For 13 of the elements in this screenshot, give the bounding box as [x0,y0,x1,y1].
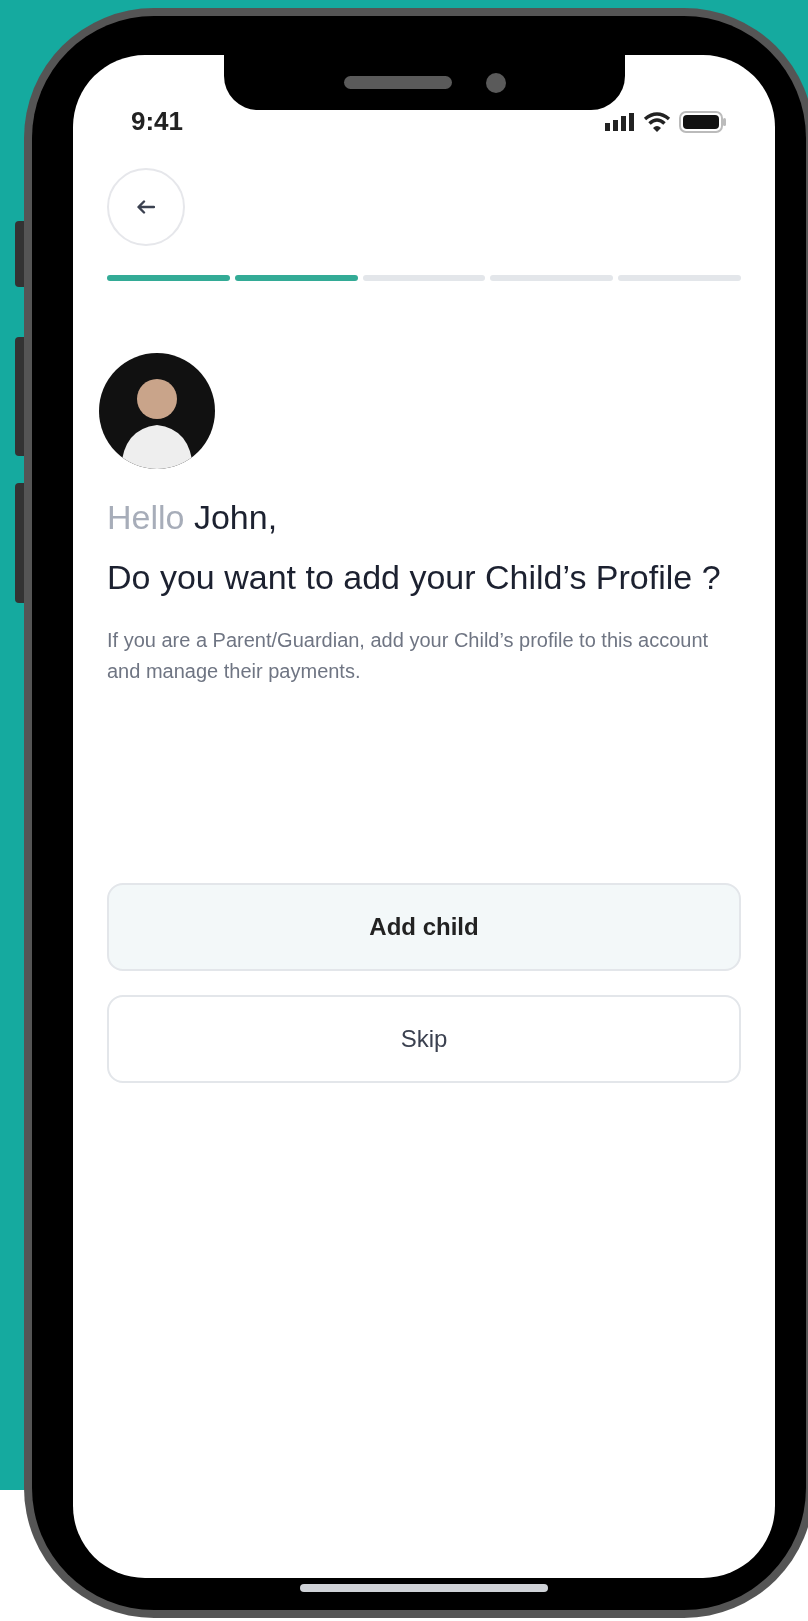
camera-icon [485,72,506,93]
skip-button[interactable]: Skip [107,994,741,1083]
wifi-icon [643,111,671,132]
greeting-salutation: Hello [107,498,185,536]
question-title: Do you want to add your Child’s Profile ? [107,556,722,598]
add-child-button[interactable]: Add child [107,882,741,971]
speaker-icon [343,76,452,89]
status-time: 9:41 [131,105,184,138]
user-name: John, [193,498,278,536]
battery-icon [679,110,727,133]
back-arrow-icon [137,200,155,214]
signal-icon [605,112,635,131]
description-text: If you are a Parent/Guardian, add your Child’s profile to this account and manage their payments. [107,627,710,684]
